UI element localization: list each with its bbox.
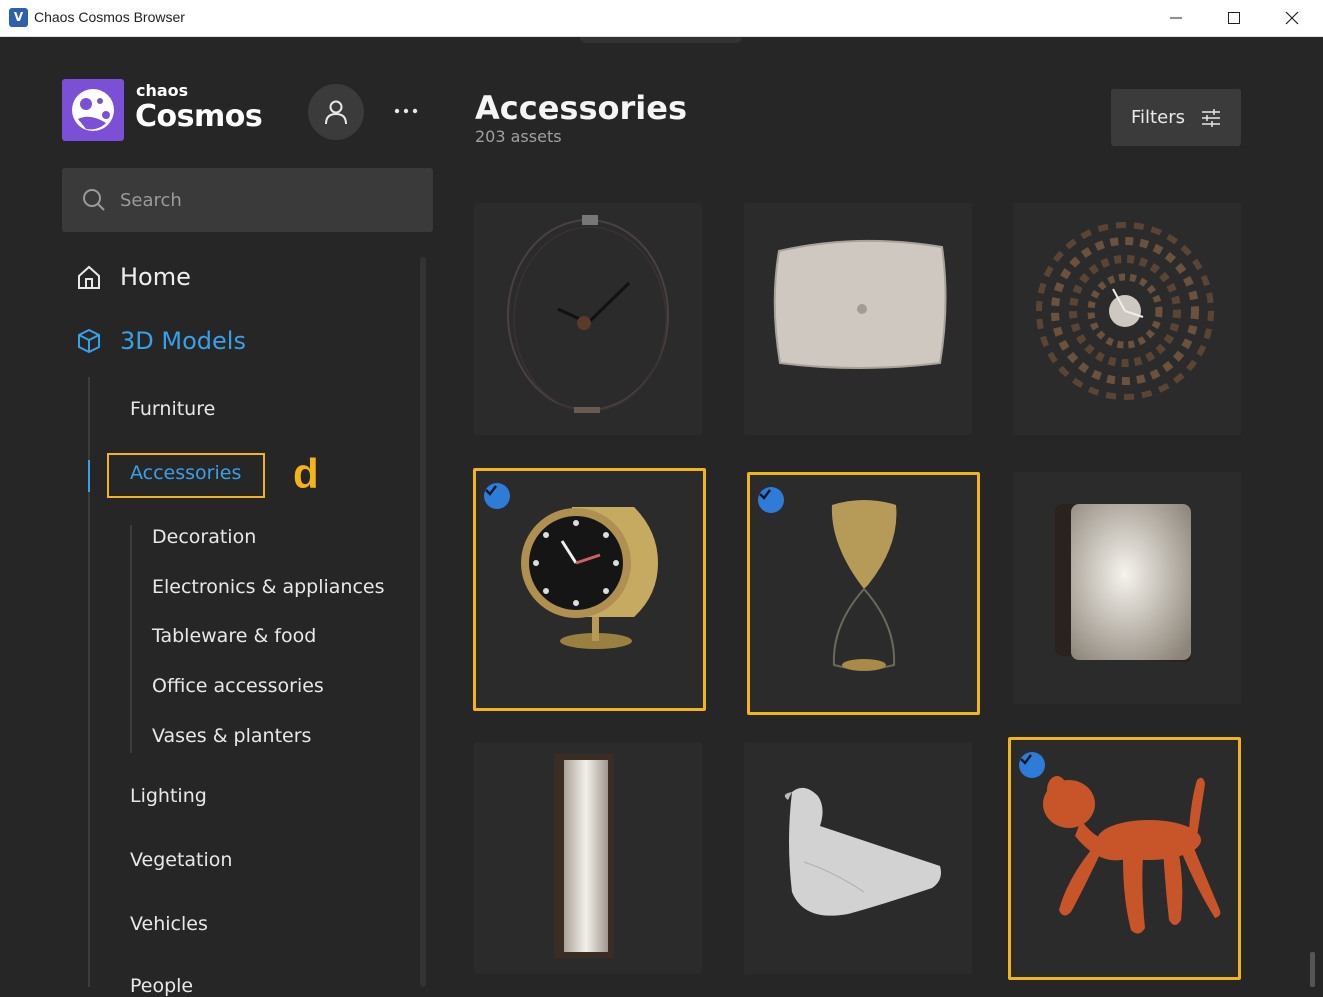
content-scrollbar[interactable] (1310, 952, 1315, 987)
cosmos-logo (62, 79, 124, 141)
category-vehicles[interactable]: Vehicles (130, 913, 208, 935)
search-box[interactable] (62, 168, 433, 232)
user-button[interactable] (308, 84, 364, 140)
asset-card-cushion[interactable] (744, 203, 972, 435)
close-button[interactable] (1263, 0, 1321, 36)
subtree-line (130, 525, 132, 753)
wire-clock-thumbnail (507, 215, 669, 413)
category-furniture[interactable]: Furniture (130, 398, 215, 420)
subcategory-office[interactable]: Office accessories (152, 675, 324, 697)
selected-check-icon[interactable] (1019, 752, 1045, 778)
asset-card-tall-mirror[interactable] (474, 742, 702, 974)
app-main: chaos Cosmos Home 3D Models Furn (0, 37, 1323, 997)
tall-mirror-thumbnail (554, 754, 614, 958)
cushion-thumbnail (773, 239, 947, 369)
subcategory-decoration[interactable]: Decoration (152, 526, 256, 548)
subcategory-electronics[interactable]: Electronics & appliances (152, 576, 385, 598)
title-bar: V Chaos Cosmos Browser (0, 0, 1323, 37)
nav-home-label: Home (120, 263, 191, 291)
more-icon (394, 108, 418, 114)
nav-3d-models-label: 3D Models (120, 327, 246, 355)
nav-home[interactable]: Home (76, 263, 191, 291)
category-vegetation[interactable]: Vegetation (130, 849, 232, 871)
selected-check-icon[interactable] (758, 487, 784, 513)
more-options-button[interactable] (388, 97, 424, 125)
annotation-label: d (293, 450, 319, 497)
page-title: Accessories (475, 89, 687, 127)
search-input[interactable] (120, 186, 410, 214)
search-icon (83, 189, 105, 211)
category-accessories[interactable]: Accessories (130, 462, 241, 484)
square-mirror-thumbnail (1055, 504, 1191, 662)
category-lighting[interactable]: Lighting (130, 785, 207, 807)
subcategory-vases[interactable]: Vases & planters (152, 725, 311, 747)
app-icon: V (9, 8, 28, 27)
asset-card-marble-bird[interactable] (744, 742, 972, 974)
asset-card-wire-clock[interactable] (474, 203, 702, 435)
hourglass-thumbnail (831, 500, 897, 671)
nav-3d-models[interactable]: 3D Models (76, 327, 246, 355)
filters-label: Filters (1131, 107, 1185, 128)
asset-card-sunburst-clock[interactable] (1013, 203, 1241, 435)
asset-card-desk-clock[interactable] (473, 468, 706, 711)
marble-bird-thumbnail (784, 787, 941, 916)
brand-small: chaos (136, 81, 189, 100)
brand-name: Cosmos (135, 99, 263, 134)
desk-clock-thumbnail (521, 507, 658, 649)
asset-card-square-mirror[interactable] (1013, 472, 1241, 704)
window-title: Chaos Cosmos Browser (34, 9, 185, 25)
cube-icon (78, 328, 100, 354)
active-indicator (88, 460, 90, 492)
orange-dog-thumbnail (1043, 776, 1221, 934)
sunburst-clock-thumbnail (1036, 222, 1214, 400)
asset-card-orange-dog[interactable] (1008, 737, 1241, 980)
asset-card-hourglass[interactable] (747, 472, 980, 715)
subcategory-tableware[interactable]: Tableware & food (152, 625, 316, 647)
asset-count: 203 assets (475, 127, 562, 146)
sliders-icon (1201, 108, 1220, 127)
category-people[interactable]: People (130, 975, 193, 997)
drag-handle[interactable] (580, 37, 742, 43)
minimize-button[interactable] (1147, 0, 1205, 36)
maximize-button[interactable] (1205, 0, 1263, 36)
selected-check-icon[interactable] (484, 483, 510, 509)
user-icon (325, 100, 347, 125)
filters-button[interactable]: Filters (1111, 89, 1241, 146)
home-icon (78, 265, 100, 289)
sidebar-scrollbar[interactable] (420, 257, 426, 987)
